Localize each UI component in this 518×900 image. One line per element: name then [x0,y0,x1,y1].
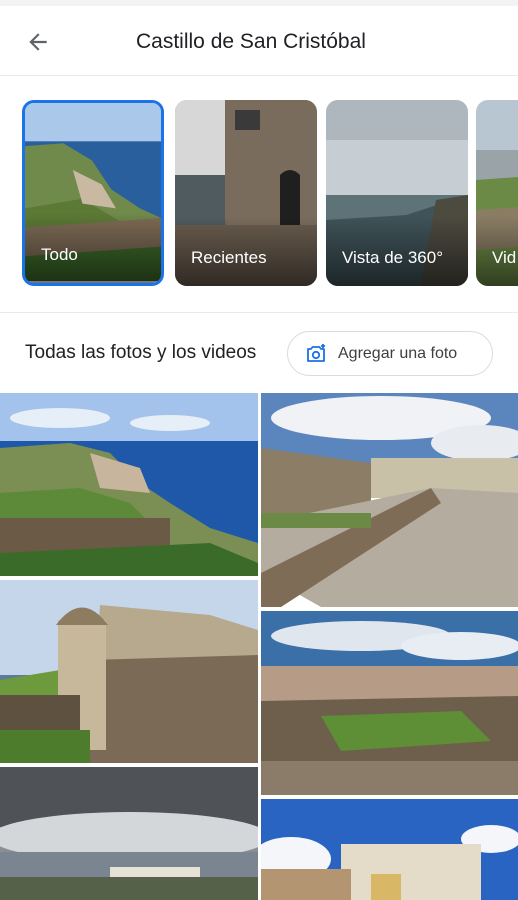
category-card-vista-360[interactable]: Vista de 360° [326,100,468,286]
category-label: Vid [492,248,517,267]
category-label: Vista de 360° [342,248,444,267]
section-title: Todas las fotos y los videos [25,342,257,363]
photo-thumbnail-aerial[interactable] [261,611,518,795]
photo-thumbnail-walkway[interactable] [261,393,518,607]
page-title: Castillo de San Cristóbal [136,30,366,53]
back-button[interactable] [14,18,62,66]
photo-thumbnail-plaza[interactable] [261,799,518,900]
category-label: Recientes [191,248,267,267]
app-header: Castillo de San Cristóbal [0,0,518,76]
divider [0,312,518,313]
arrow-back-icon [29,33,47,51]
category-card-recientes[interactable]: Recientes [175,100,317,286]
add-photo-button[interactable]: Agregar una foto [287,331,493,376]
category-card-todo[interactable]: Todo [22,100,164,286]
add-photo-label: Agregar una foto [338,344,458,362]
category-card-videos[interactable]: Vid [476,100,518,286]
category-carousel[interactable]: Todo Recientes Vista de 360° Vid [0,96,518,292]
photo-grid [0,393,518,900]
photo-thumbnail-tower[interactable] [0,580,258,763]
add-photo-camera-icon [307,343,325,362]
photo-thumbnail-city[interactable] [0,767,258,900]
category-label: Todo [41,245,78,264]
photo-thumbnail-coast[interactable] [0,393,258,576]
